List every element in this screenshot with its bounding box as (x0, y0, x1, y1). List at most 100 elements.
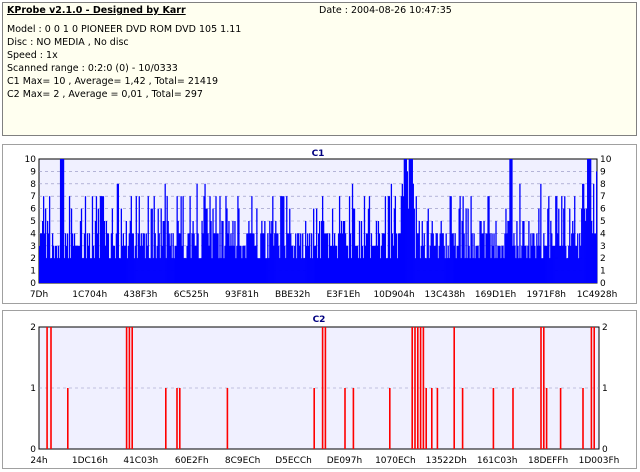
c1-x-tick-label: BBE32h (275, 290, 310, 300)
c2-bar (125, 327, 128, 449)
scan-speed: Speed : 1x (7, 50, 58, 61)
c1-summary: C1 Max= 10 , Average= 1,42 , Total= 2141… (7, 76, 219, 87)
c1-x-tick-label: 1C4928h (577, 290, 618, 300)
c1-y-tick-label-right: 4 (600, 229, 606, 239)
c2-bar (461, 388, 464, 449)
c2-bar (425, 388, 427, 449)
c2-bar (67, 388, 69, 449)
c1-x-tick-label: 438F3h (124, 290, 158, 300)
c2-bar (344, 388, 346, 449)
c2-bar (324, 327, 327, 449)
c2-y-tick-label-right: 1 (602, 384, 608, 394)
c1-x-tick-label: 169D1Eh (475, 290, 516, 300)
c1-y-tick-label: 3 (30, 242, 36, 252)
c1-x-tick-label: 7Dh (30, 290, 48, 300)
c2-bar (46, 327, 48, 449)
c1-x-tick-label: 1C704h (72, 290, 107, 300)
c2-bar (590, 327, 593, 449)
c2-y-tick-label: 2 (30, 323, 36, 333)
c1-y-tick-label-right: 3 (600, 242, 606, 252)
c2-bar (419, 327, 422, 449)
c1-x-tick-label: E3F1Eh (327, 290, 361, 300)
c2-x-tick-label: D5ECCh (275, 456, 312, 466)
c2-chart: 0 0 1 1 2 2 24h 1DC16h 41C03h 60E2Fh 8C9ECh D5ECCh D… (30, 315, 620, 466)
c2-bar (321, 327, 324, 449)
c2-bar (512, 388, 514, 449)
scanned-range: Scanned range : 0:2:0 (0) - 10/0333 (7, 63, 178, 74)
c2-x-tick-label: 1070ECh (375, 456, 416, 466)
c2-bar (352, 388, 355, 449)
c1-x-tick-label: 13C438h (425, 290, 466, 300)
c2-bar (131, 327, 133, 449)
disc-info: Disc : NO MEDIA , No disc (7, 37, 129, 48)
c2-x-tick-label: 8C9ECh (225, 456, 260, 466)
c1-y-tick-label: 0 (30, 279, 36, 289)
c2-bar (582, 388, 584, 449)
c1-y-tick-label-right: 1 (600, 267, 606, 277)
drive-model: Model : 0 0 1 0 PIONEER DVD ROM DVD 105 … (7, 24, 242, 35)
c1-y-tick-label: 7 (30, 192, 36, 202)
c1-y-tick-label: 6 (30, 205, 36, 215)
c1-y-tick-label: 2 (30, 254, 36, 264)
c1-y-tick-label: 1 (30, 267, 36, 277)
c2-bar (411, 327, 413, 449)
c2-x-tick-label: 13522Dh (426, 456, 467, 466)
c1-chart-panel: 0 0 1 1 2 2 3 3 4 4 5 5 6 6 7 7 8 8 9 9 10 10 7Dh 1C704h 438F3h 6… (2, 144, 637, 304)
c1-x-tick-label: 10D904h (373, 290, 414, 300)
c2-x-tick-label: 1DC16h (72, 456, 108, 466)
c2-bar (176, 388, 178, 449)
app-title: KProbe v2.1.0 - Designed by Karr (7, 5, 186, 16)
c2-y-tick-label: 0 (30, 445, 36, 455)
c2-y-tick-label-right: 0 (602, 445, 608, 455)
c2-bar (389, 388, 391, 449)
c1-y-tick-label: 10 (25, 155, 37, 165)
c2-summary: C2 Max= 2 , Average = 0,01 , Total= 297 (7, 89, 203, 100)
info-panel: KProbe v2.1.0 - Designed by Karr Date : … (2, 2, 637, 136)
c1-chart: 0 0 1 1 2 2 3 3 4 4 5 5 6 6 7 7 8 8 9 9 10 10 7Dh 1C704h 438F3h 6… (25, 149, 618, 300)
c2-x-tick-label: 41C03h (123, 456, 158, 466)
c2-x-tick-label: DE097h (327, 456, 363, 466)
c2-y-tick-label-right: 2 (602, 323, 608, 333)
c2-bar (226, 388, 229, 449)
c1-y-tick-label: 8 (30, 180, 36, 190)
c2-x-tick-label: 18DEFFh (528, 456, 568, 466)
c2-chart-panel: 0 0 1 1 2 2 24h 1DC16h 41C03h 60E2Fh 8C9ECh D5ECCh D… (2, 310, 637, 469)
c1-y-tick-label-right: 5 (600, 217, 606, 227)
c1-y-tick-label: 9 (30, 167, 36, 177)
c2-bar (179, 388, 181, 449)
c2-bar (453, 327, 455, 449)
c1-y-tick-label: 5 (30, 217, 36, 227)
c1-y-tick-label-right: 8 (600, 180, 606, 190)
c2-bar (128, 327, 131, 449)
c1-y-tick-label-right: 0 (600, 279, 606, 289)
c2-bar (543, 327, 545, 449)
c1-y-tick-label-right: 9 (600, 167, 606, 177)
c2-bar (545, 388, 548, 449)
c2-y-tick-label: 1 (30, 384, 36, 394)
c2-x-tick-label: 1D003Fh (579, 456, 620, 466)
c2-bar (417, 327, 419, 449)
c2-bar (436, 388, 439, 449)
c2-bar (492, 388, 495, 449)
c2-bar (165, 388, 167, 449)
c2-bar (414, 327, 416, 449)
c2-bar (540, 327, 542, 449)
c1-y-tick-label-right: 7 (600, 192, 606, 202)
c2-x-tick-label: 161C03h (477, 456, 518, 466)
c1-x-tick-label: 1971F8h (527, 290, 567, 300)
c2-bar (559, 388, 562, 449)
c2-bar (593, 327, 595, 449)
scan-date: Date : 2004-08-26 10:47:35 (319, 5, 452, 16)
c2-bar (50, 327, 52, 449)
c2-x-tick-label: 24h (30, 456, 47, 466)
c1-y-tick-label-right: 2 (600, 254, 606, 264)
c1-x-tick-label: 6C525h (174, 290, 209, 300)
c2-bar (431, 388, 433, 449)
c1-y-tick-label-right: 10 (600, 155, 612, 165)
c1-chart-title: C1 (312, 149, 325, 159)
c1-x-tick-label: 93F81h (225, 290, 259, 300)
c2-bar (422, 327, 425, 449)
c2-bar (313, 388, 315, 449)
c1-y-tick-label: 4 (30, 229, 36, 239)
c2-chart-title: C2 (313, 315, 326, 325)
